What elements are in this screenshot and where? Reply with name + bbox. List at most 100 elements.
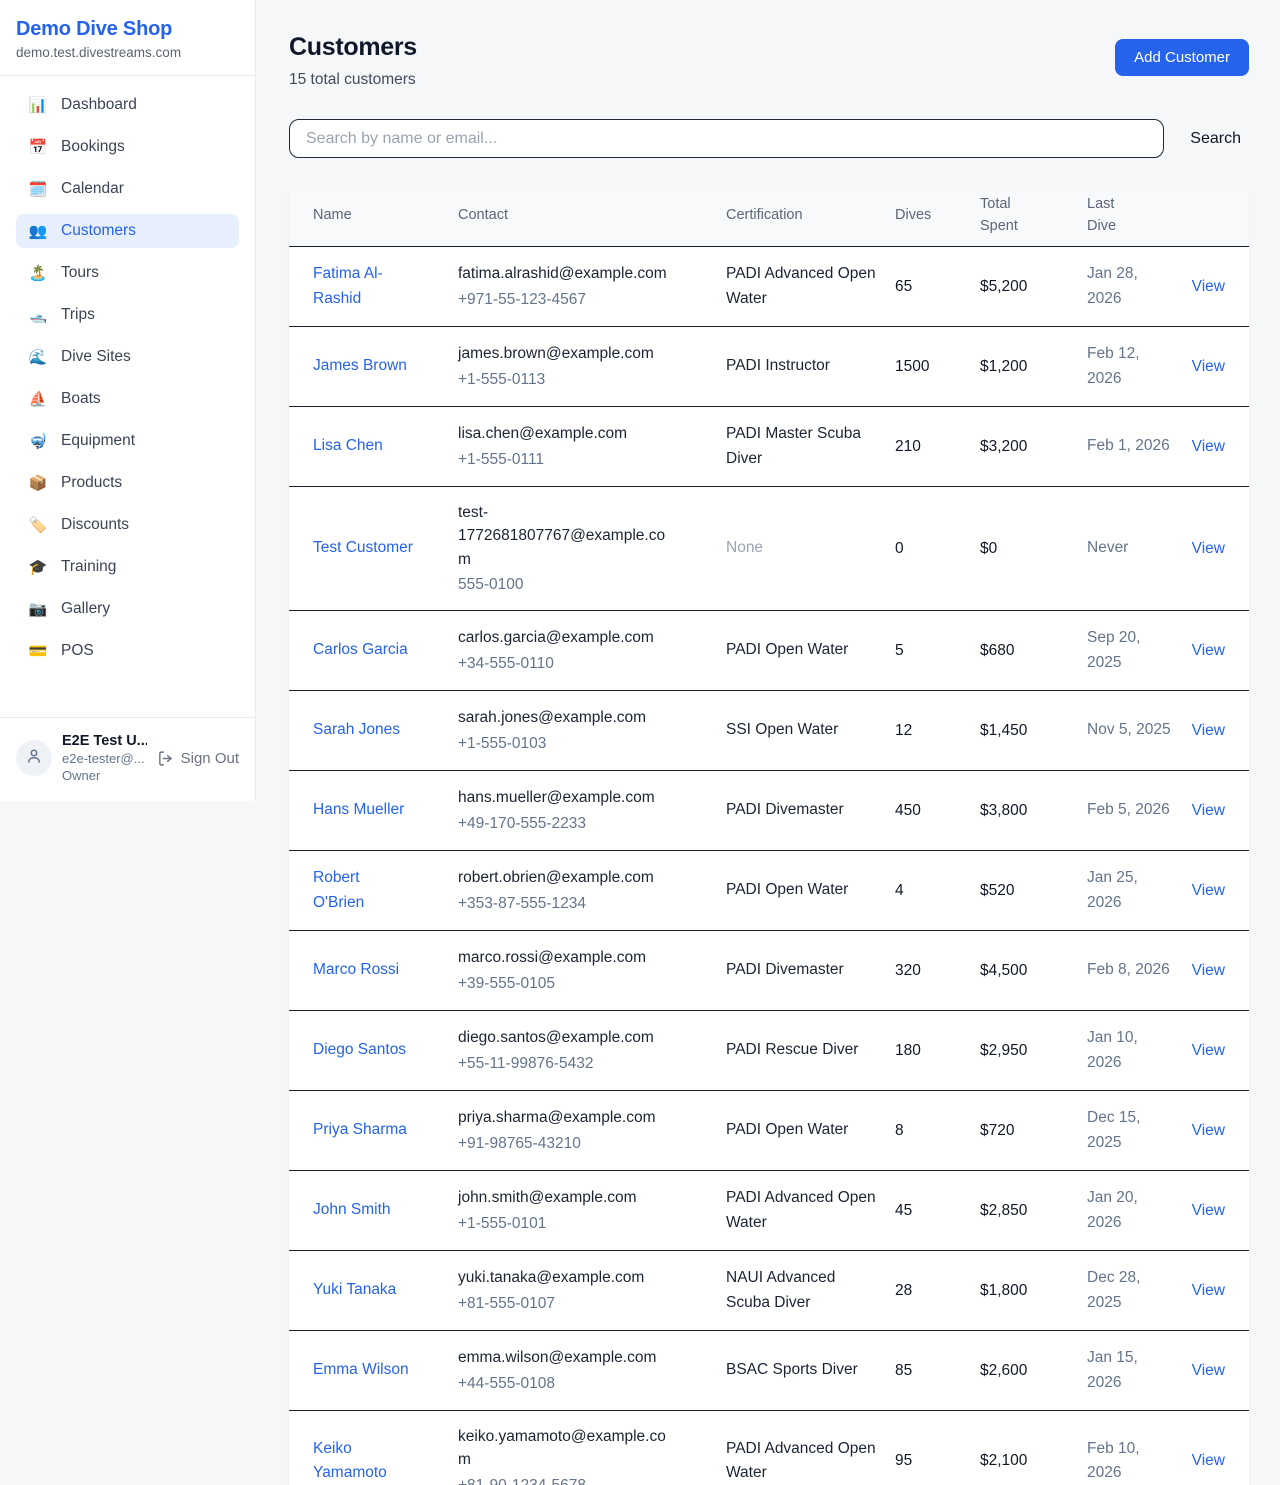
customer-phone: +353-87-555-1234 [458,892,712,915]
view-button[interactable]: View [1192,540,1225,557]
view-button[interactable]: View [1192,1282,1225,1299]
sidebar-item-tours[interactable]: 🏝️ Tours [16,256,239,290]
customer-name-link[interactable]: Keiko Yamamoto [313,1437,414,1485]
column-header-last-dive: Last Dive [1087,194,1187,236]
customer-last-dive: Feb 12, 2026 [1087,345,1140,386]
customer-name-link[interactable]: Marco Rossi [313,958,399,982]
sidebar-item-label: Discounts [61,516,129,534]
sidebar-item-trips[interactable]: 🛥️ Trips [16,298,239,332]
customer-name-link[interactable]: Emma Wilson [313,1358,409,1382]
customer-name-link[interactable]: Lisa Chen [313,434,383,458]
customer-total-spent: $3,800 [980,802,1087,820]
view-button[interactable]: View [1192,1122,1225,1139]
table-row: James Brown james.brown@example.com +1-5… [289,327,1249,407]
customer-name-link[interactable]: Sarah Jones [313,718,400,742]
customer-last-dive: Feb 5, 2026 [1087,801,1170,818]
table-row: Yuki Tanaka yuki.tanaka@example.com +81-… [289,1251,1249,1331]
sidebar-item-label: Dive Sites [61,348,131,366]
customer-total-spent: $2,100 [980,1452,1087,1470]
customer-name-link[interactable]: John Smith [313,1198,391,1222]
customer-dives: 85 [895,1362,980,1380]
customer-total-spent: $680 [980,642,1087,660]
view-button[interactable]: View [1192,1042,1225,1059]
sidebar-item-label: Equipment [61,432,135,450]
customer-certification: None [726,539,763,556]
sidebar-item-dive-sites[interactable]: 🌊 Dive Sites [16,340,239,374]
customer-total-spent: $2,600 [980,1362,1087,1380]
customer-name-link[interactable]: Robert O'Brien [313,866,414,914]
view-button[interactable]: View [1192,1202,1225,1219]
sidebar-item-pos[interactable]: 💳 POS [16,634,239,668]
customer-dives: 5 [895,642,980,660]
discounts-icon: 🏷️ [28,518,48,533]
contact-cell: robert.obrien@example.com +353-87-555-12… [458,866,726,915]
customer-dives: 8 [895,1122,980,1140]
table-body: Fatima Al-Rashid fatima.alrashid@example… [289,247,1249,1485]
customer-phone: +39-555-0105 [458,972,712,995]
customer-name-link[interactable]: Fatima Al-Rashid [313,262,414,310]
table-row: Keiko Yamamoto keiko.yamamoto@example.co… [289,1411,1249,1485]
customer-name-link[interactable]: Hans Mueller [313,798,404,822]
customer-email: hans.mueller@example.com [458,786,676,809]
products-icon: 📦 [28,476,48,491]
customer-certification: NAUI Advanced Scuba Diver [726,1269,835,1310]
contact-cell: marco.rossi@example.com +39-555-0105 [458,946,726,995]
main-content: Customers 15 total customers Add Custome… [256,0,1280,1485]
contact-cell: carlos.garcia@example.com +34-555-0110 [458,626,726,675]
customer-phone: +971-55-123-4567 [458,288,712,311]
search-input[interactable] [289,119,1164,158]
view-button[interactable]: View [1192,278,1225,295]
sidebar-item-products[interactable]: 📦 Products [16,466,239,500]
customer-name-link[interactable]: Carlos Garcia [313,638,408,662]
customers-icon: 👥 [28,224,48,239]
table-row: Robert O'Brien robert.obrien@example.com… [289,851,1249,931]
sidebar-item-label: Products [61,474,122,492]
customer-name-link[interactable]: Diego Santos [313,1038,406,1062]
sidebar-item-bookings[interactable]: 📅 Bookings [16,130,239,164]
sidebar-item-calendar[interactable]: 🗓️ Calendar [16,172,239,206]
view-button[interactable]: View [1192,358,1225,375]
customer-total-spent: $1,450 [980,722,1087,740]
view-button[interactable]: View [1192,962,1225,979]
customer-name-link[interactable]: Test Customer [313,536,413,560]
sidebar-item-label: Dashboard [61,96,137,114]
sidebar-item-gallery[interactable]: 📷 Gallery [16,592,239,626]
brand-title: Demo Dive Shop [16,18,239,41]
customer-email: test-1772681807767@example.com [458,501,676,571]
bookings-icon: 📅 [28,140,48,155]
customer-dives: 210 [895,438,980,456]
customer-name-link[interactable]: Yuki Tanaka [313,1278,396,1302]
sign-out-button[interactable]: Sign Out [157,750,239,767]
customer-phone: +81-555-0107 [458,1292,712,1315]
customer-phone: +1-555-0101 [458,1212,712,1235]
sidebar-item-equipment[interactable]: 🤿 Equipment [16,424,239,458]
contact-cell: lisa.chen@example.com +1-555-0111 [458,422,726,471]
view-button[interactable]: View [1192,438,1225,455]
customer-name-link[interactable]: James Brown [313,354,407,378]
sidebar-item-boats[interactable]: ⛵ Boats [16,382,239,416]
sidebar-item-discounts[interactable]: 🏷️ Discounts [16,508,239,542]
sidebar-item-training[interactable]: 🎓 Training [16,550,239,584]
customer-total-spent: $0 [980,540,1087,558]
view-button[interactable]: View [1192,642,1225,659]
view-button[interactable]: View [1192,722,1225,739]
customer-total-spent: $3,200 [980,438,1087,456]
column-header-name: Name [313,205,458,226]
sidebar-item-customers[interactable]: 👥 Customers [16,214,239,248]
gallery-icon: 📷 [28,602,48,617]
add-customer-button[interactable]: Add Customer [1115,39,1249,76]
customer-name-link[interactable]: Priya Sharma [313,1118,407,1142]
avatar [16,740,52,776]
table-row: Hans Mueller hans.mueller@example.com +4… [289,771,1249,851]
view-button[interactable]: View [1192,882,1225,899]
customer-email: emma.wilson@example.com [458,1346,676,1369]
customer-dives: 1500 [895,358,980,376]
view-button[interactable]: View [1192,1362,1225,1379]
sidebar-item-label: Calendar [61,180,124,198]
sidebar-item-dashboard[interactable]: 📊 Dashboard [16,88,239,122]
sidebar-item-label: Trips [61,306,95,324]
customer-email: marco.rossi@example.com [458,946,676,969]
view-button[interactable]: View [1192,1452,1225,1469]
view-button[interactable]: View [1192,802,1225,819]
search-button[interactable]: Search [1190,130,1241,148]
